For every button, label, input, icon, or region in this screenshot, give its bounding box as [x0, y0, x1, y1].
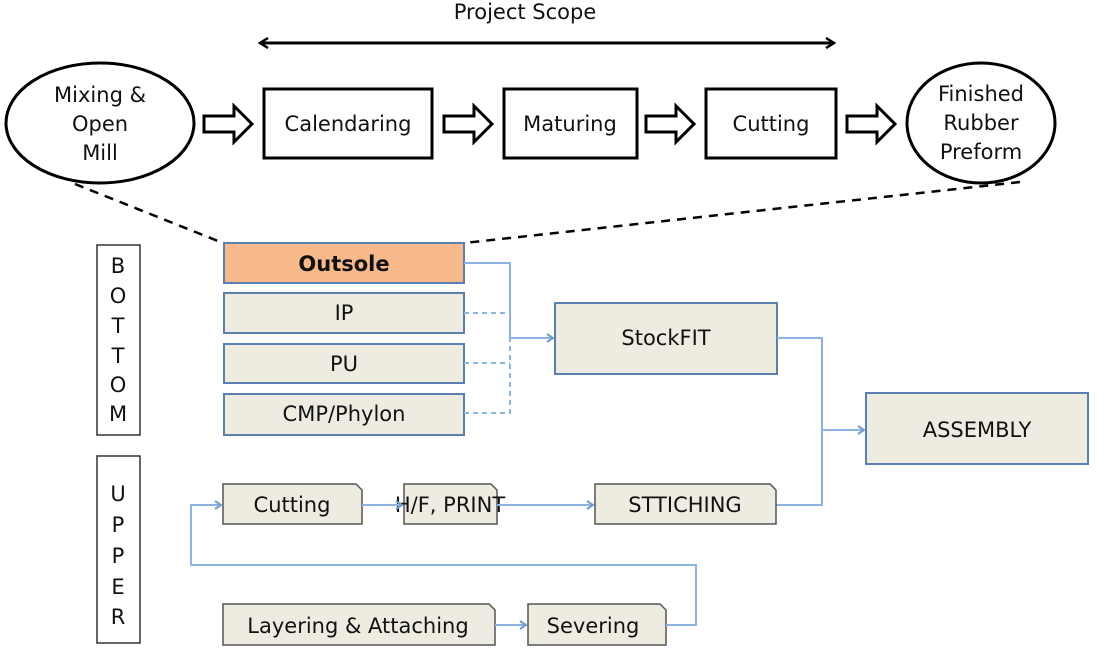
zoom-dashed-line-right: [463, 180, 1021, 245]
part-pu: PU: [223, 343, 465, 384]
svg-text:P: P: [112, 544, 125, 568]
svg-text:Rubber: Rubber: [943, 111, 1019, 135]
project-scope-label: Project Scope: [454, 0, 597, 24]
svg-text:U: U: [110, 482, 125, 506]
svg-text:Finished: Finished: [938, 82, 1024, 106]
svg-text:P: P: [112, 513, 125, 537]
svg-text:Open: Open: [72, 112, 128, 136]
svg-text:M: M: [109, 402, 127, 426]
bottom-section-label: B O T T O M: [96, 244, 141, 436]
hollow-arrow-icon: [442, 102, 495, 146]
svg-text:Layering & Attaching: Layering & Attaching: [247, 614, 468, 638]
svg-text:Outsole: Outsole: [298, 252, 389, 276]
start-node-mixing: Mixing & Open Mill: [4, 61, 196, 185]
svg-text:Maturing: Maturing: [523, 112, 617, 136]
upper-step-hf-print: H/F, PRINT: [395, 483, 505, 525]
connector-to-assembly-merge: [776, 337, 823, 506]
part-outsole: Outsole: [223, 242, 465, 284]
svg-text:IP: IP: [335, 301, 354, 325]
upper-step-severing: Severing: [527, 603, 667, 646]
node-assembly: ASSEMBLY: [865, 392, 1089, 465]
svg-text:StockFIT: StockFIT: [621, 326, 710, 350]
upper-section-label: U P P E R: [96, 455, 141, 644]
connector-outsole: [464, 262, 511, 338]
svg-text:Mill: Mill: [82, 141, 118, 165]
svg-text:O: O: [110, 373, 127, 397]
step-calendaring: Calendaring: [262, 87, 434, 160]
svg-text:H/F, PRINT: H/F, PRINT: [395, 493, 505, 517]
svg-text:ASSEMBLY: ASSEMBLY: [923, 418, 1032, 442]
hollow-arrow-icon: [644, 102, 697, 146]
hollow-arrow-icon: [845, 102, 898, 146]
connector-dashed-parts: [464, 312, 511, 414]
svg-text:Cutting: Cutting: [733, 112, 810, 136]
zoom-dashed-line-left: [74, 182, 224, 245]
process-diagram: Project Scope Mixing & Open Mill Finishe…: [4, 0, 1089, 646]
part-ip: IP: [223, 292, 465, 334]
svg-text:PU: PU: [330, 352, 358, 376]
svg-text:T: T: [111, 314, 125, 338]
hollow-arrow-icon: [202, 102, 255, 146]
upper-step-cutting: Cutting: [222, 483, 363, 525]
svg-text:Mixing &: Mixing &: [54, 83, 146, 107]
svg-text:O: O: [110, 284, 127, 308]
node-stockfit: StockFIT: [554, 302, 778, 375]
svg-text:T: T: [111, 344, 125, 368]
svg-text:Calendaring: Calendaring: [285, 112, 412, 136]
end-node-finished-preform: Finished Rubber Preform: [905, 61, 1057, 185]
svg-text:Severing: Severing: [547, 614, 640, 638]
svg-text:CMP/Phylon: CMP/Phylon: [283, 402, 406, 426]
svg-text:Cutting: Cutting: [254, 493, 331, 517]
svg-text:B: B: [111, 254, 125, 278]
svg-text:Preform: Preform: [940, 140, 1022, 164]
part-cmp-phylon: CMP/Phylon: [223, 393, 465, 436]
step-maturing: Maturing: [502, 87, 639, 160]
svg-text:R: R: [111, 605, 126, 629]
upper-step-stitching: STTICHING: [594, 483, 777, 525]
step-cutting: Cutting: [704, 87, 838, 160]
svg-text:STTICHING: STTICHING: [628, 493, 741, 517]
svg-text:E: E: [111, 575, 124, 599]
upper-step-layering: Layering & Attaching: [222, 603, 496, 646]
